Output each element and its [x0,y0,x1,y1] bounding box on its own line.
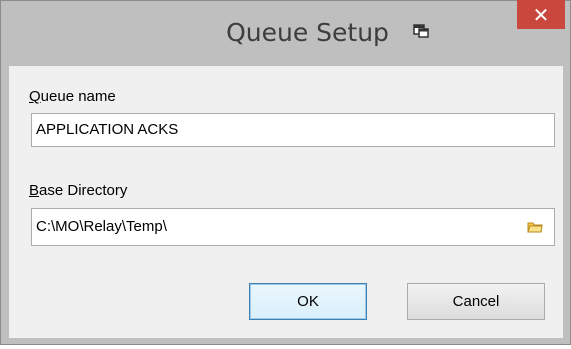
queue-setup-dialog: Queue Setup ✕ Queue name APPLICATION ACK… [0,0,571,345]
base-directory-label: Base Directory [29,182,128,199]
cancel-button[interactable]: Cancel [407,283,545,320]
folder-icon [527,222,543,233]
queue-name-label: Queue name [29,88,116,105]
browse-folder-button[interactable] [521,211,549,243]
title-bar[interactable]: Queue Setup ✕ [1,0,570,65]
queue-name-input[interactable]: APPLICATION ACKS [31,113,555,147]
base-directory-input[interactable]: C:\MO\Relay\Temp\ [31,208,555,246]
ok-button[interactable]: OK [249,283,367,320]
window-title: Queue Setup [226,18,389,47]
close-button[interactable]: ✕ [517,0,565,29]
close-icon: ✕ [532,2,550,27]
window-menu-icon[interactable] [413,23,429,39]
dialog-body: Queue name APPLICATION ACKS Base Directo… [9,66,563,338]
